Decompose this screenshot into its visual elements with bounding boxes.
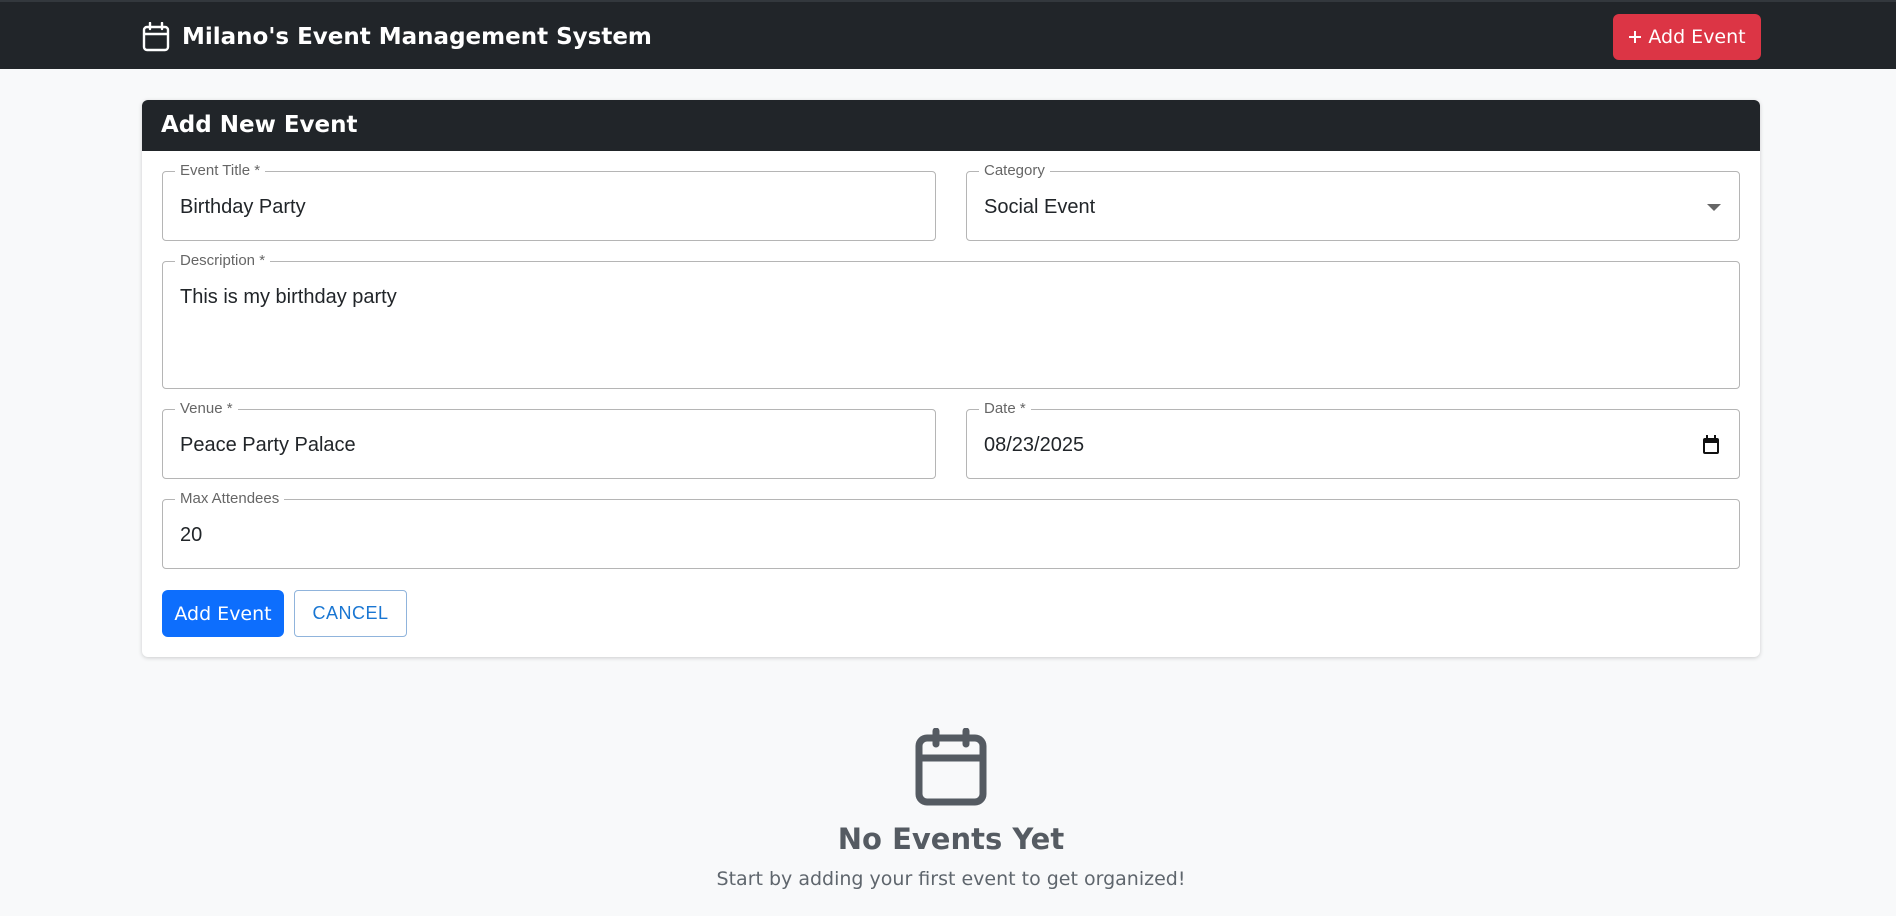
plus-icon xyxy=(1629,31,1642,43)
brand[interactable]: Milano's Event Management System xyxy=(142,22,652,52)
add-event-form-card: Add New Event Event Title * Birthday Par… xyxy=(142,100,1760,657)
add-event-submit-button[interactable]: Add Event xyxy=(162,590,284,637)
max-attendees-field[interactable]: Max Attendees 20 xyxy=(162,490,1740,569)
event-title-label: Event Title * xyxy=(175,162,266,180)
date-label: Date * xyxy=(979,400,1031,418)
calendar-picker-icon[interactable] xyxy=(1702,435,1720,455)
max-attendees-value: 20 xyxy=(180,524,203,546)
event-title-field[interactable]: Event Title * Birthday Party xyxy=(162,162,936,241)
app-title: Milano's Event Management System xyxy=(182,24,652,50)
category-label: Category xyxy=(979,162,1050,180)
venue-field[interactable]: Venue * Peace Party Palace xyxy=(162,400,936,479)
add-event-nav-label: Add Event xyxy=(1648,26,1746,48)
form-header: Add New Event xyxy=(142,100,1760,151)
navbar: Milano's Event Management System Add Eve… xyxy=(0,0,1896,69)
category-value: Social Event xyxy=(984,196,1096,218)
description-value: This is my birthday party xyxy=(180,286,397,308)
description-label: Description * xyxy=(175,252,271,270)
description-field[interactable]: Description * This is my birthday party xyxy=(162,252,1740,389)
calendar-icon xyxy=(915,728,987,806)
calendar-icon xyxy=(142,22,170,52)
cancel-button[interactable]: CANCEL xyxy=(294,590,407,637)
event-title-value: Birthday Party xyxy=(180,196,306,218)
chevron-down-icon[interactable] xyxy=(1707,204,1721,211)
venue-value: Peace Party Palace xyxy=(180,434,356,456)
empty-state: No Events Yet Start by adding your first… xyxy=(0,728,1896,890)
date-field[interactable]: Date * 08/23/2025 xyxy=(966,400,1740,479)
category-select[interactable]: Category Social Event xyxy=(966,162,1740,241)
empty-state-title: No Events Yet xyxy=(837,822,1065,856)
venue-label: Venue * xyxy=(175,400,238,418)
empty-state-subtitle: Start by adding your first event to get … xyxy=(716,868,1186,890)
max-attendees-label: Max Attendees xyxy=(175,490,285,508)
add-event-nav-button[interactable]: Add Event xyxy=(1613,14,1761,60)
date-value: 08/23/2025 xyxy=(984,434,1085,456)
